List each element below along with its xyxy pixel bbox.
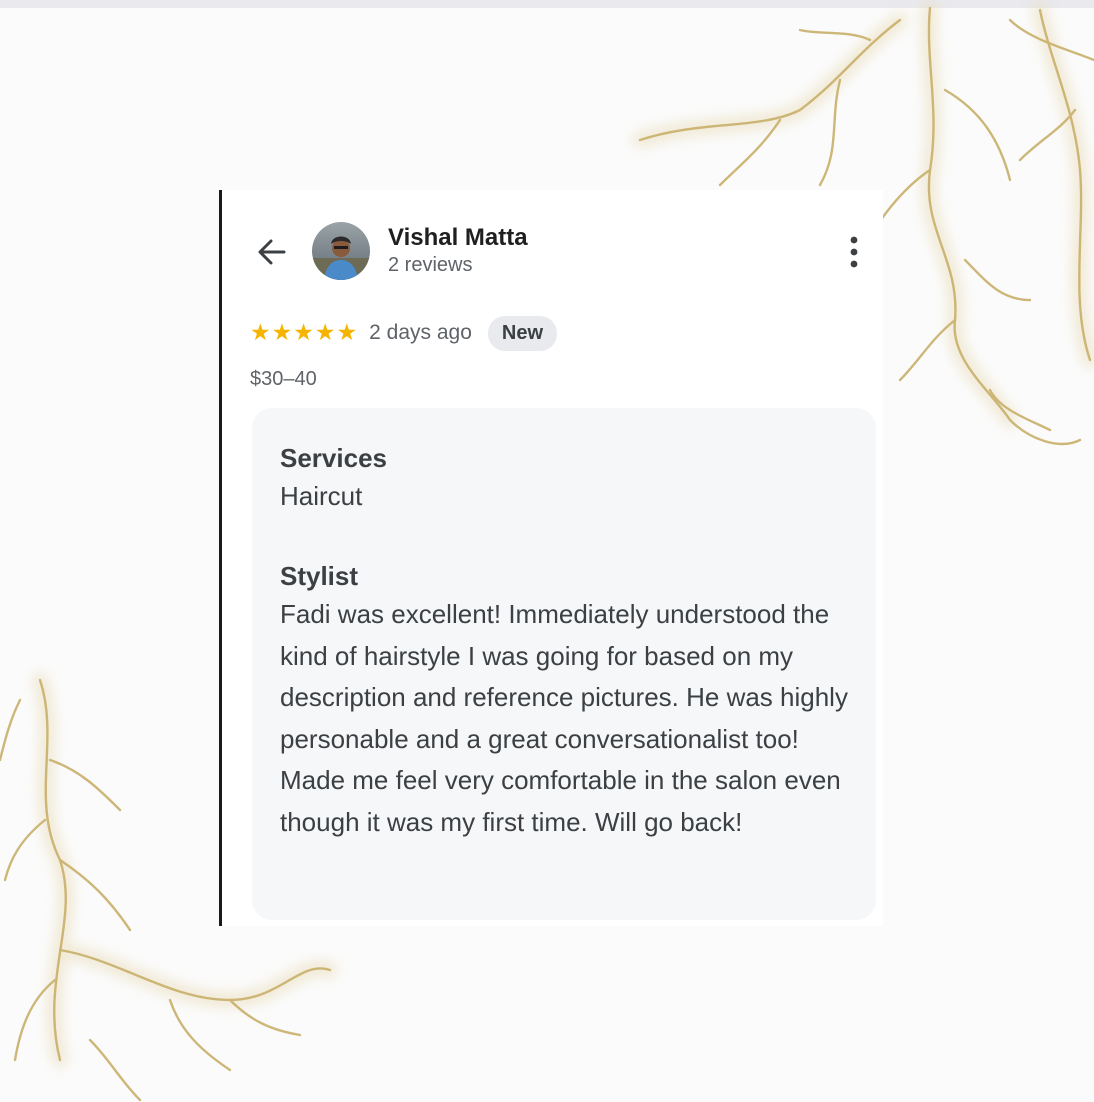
more-options-button[interactable]	[840, 234, 868, 270]
review-screen: Vishal Matta 2 reviews ★ ★ ★ ★ ★ 2 days ago …	[0, 0, 1094, 1102]
reviewer-review-count: 2 reviews	[388, 254, 473, 276]
new-badge: New	[487, 315, 557, 351]
avatar-image	[312, 222, 370, 280]
review-details: Services Haircut Stylist Fadi was excell…	[252, 408, 876, 920]
avatar[interactable]	[312, 222, 370, 280]
star-icon: ★	[250, 319, 271, 346]
star-icon: ★	[336, 319, 358, 346]
star-icon: ★	[314, 319, 336, 346]
star-rating: ★ ★ ★ ★ ★	[250, 319, 358, 346]
star-icon: ★	[271, 319, 293, 346]
back-button[interactable]	[254, 234, 290, 270]
star-icon: ★	[293, 319, 314, 346]
review-text: Fadi was excellent! Immediately understo…	[280, 599, 848, 837]
rating-row: ★ ★ ★ ★ ★ 2 days ago New	[250, 315, 557, 351]
price-range: $30–40	[250, 368, 317, 390]
more-vertical-icon	[850, 236, 858, 268]
arrow-left-icon	[258, 239, 286, 265]
reviewer-name[interactable]: Vishal Matta	[388, 224, 528, 252]
services-value: Haircut	[280, 481, 363, 511]
services-label: Services	[280, 443, 387, 473]
review-card: Vishal Matta 2 reviews ★ ★ ★ ★ ★ 2 days ago …	[219, 190, 883, 926]
stylist-label: Stylist	[280, 561, 359, 591]
review-date: 2 days ago	[369, 321, 472, 344]
